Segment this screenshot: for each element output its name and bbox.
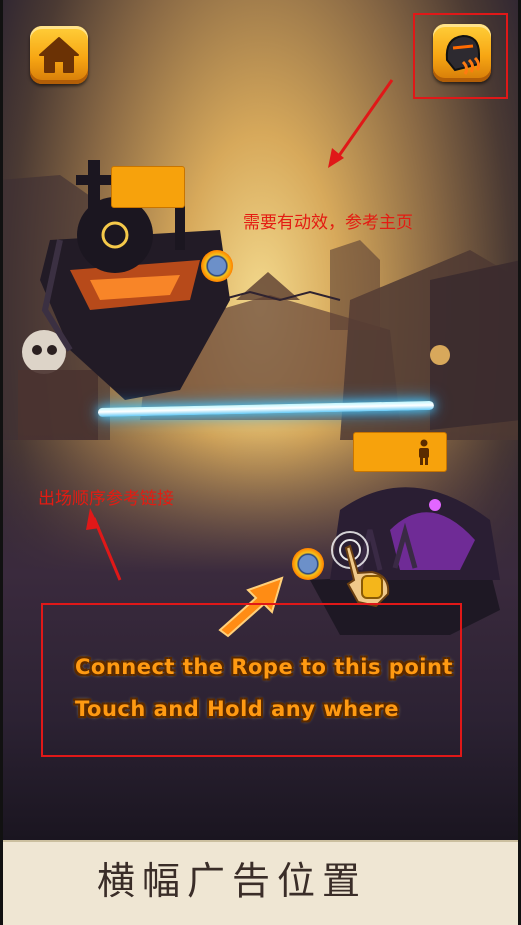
tap-hand-icon [331,531,390,608]
tutorial-line-2: Touch and Hold any where [75,697,399,721]
enemy-health-tag [111,166,185,208]
player-health-tag [353,432,447,472]
home-icon [39,37,79,73]
person-icon [419,439,429,465]
tutorial-line-1: Connect the Rope to this point [75,655,453,679]
entrance-note: 出场顺序参考链接 [38,489,174,509]
frame-border-left [0,0,3,925]
banner-ad-label: 横幅广告位置 [97,859,368,903]
rope-anchor-top[interactable] [201,250,233,282]
game-screen[interactable]: 需要有动效，参考主页 出场顺序参考链接 Connect the Rope to … [0,0,521,925]
rope-anchor-target[interactable] [292,548,324,580]
helmet-button[interactable] [433,24,491,82]
helmet-icon [445,34,481,75]
animation-note: 需要有动效，参考主页 [243,213,413,233]
home-button[interactable] [30,26,88,84]
annotation-box-tutorial [41,603,462,757]
